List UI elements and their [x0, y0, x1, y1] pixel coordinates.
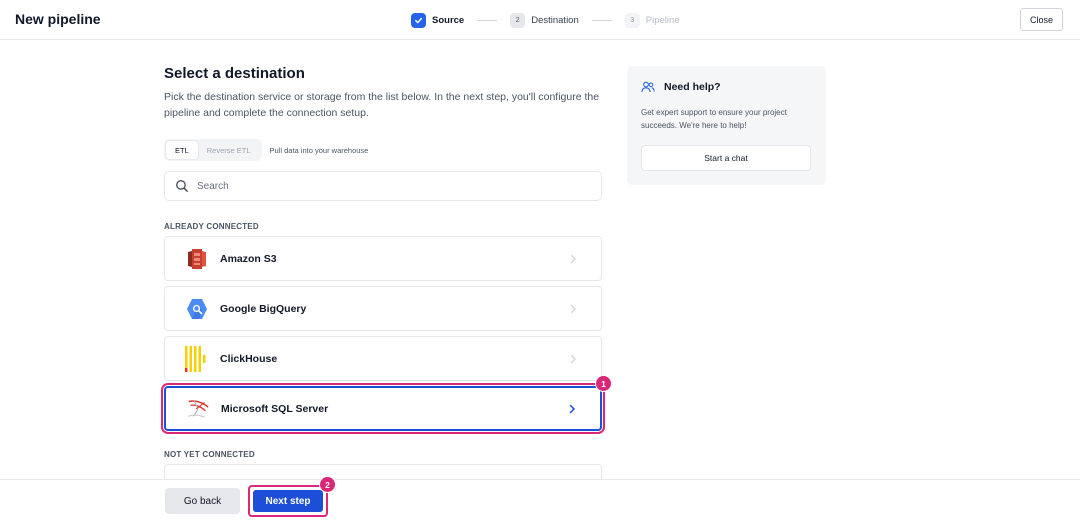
chevron-right-icon — [570, 254, 576, 263]
step-label: Destination — [531, 14, 579, 26]
destination-name: Google BigQuery — [220, 302, 307, 315]
chevron-right-icon — [570, 354, 576, 363]
destination-name: Amazon S3 — [220, 252, 277, 265]
start-chat-button[interactable]: Start a chat — [641, 145, 811, 171]
next-step-button[interactable]: Next step — [253, 490, 323, 512]
main-content: Select a destination Pick the destinatio… — [164, 64, 602, 121]
amazon-s3-icon — [185, 247, 209, 271]
search-box[interactable] — [164, 171, 602, 201]
toggle-etl[interactable]: ETL — [166, 141, 198, 159]
step-number: 2 — [510, 12, 526, 28]
destination-clickhouse[interactable]: ClickHouse — [164, 336, 602, 381]
mode-toggle-row: ETL Reverse ETL Pull data into your ware… — [164, 139, 368, 161]
step-divider — [477, 19, 498, 21]
destination-name: Microsoft SQL Server — [221, 402, 329, 415]
go-back-button[interactable]: Go back — [165, 488, 240, 514]
step-label: Pipeline — [645, 14, 680, 26]
search-input[interactable] — [197, 180, 577, 192]
toggle-hint: Pull data into your warehouse — [269, 145, 369, 155]
step-divider — [591, 19, 612, 21]
chevron-right-icon — [570, 304, 576, 313]
search-icon — [176, 180, 188, 192]
users-icon — [641, 81, 655, 93]
stepper: Source 2 Destination 3 Pipeline — [411, 11, 680, 29]
section-description: Pick the destination service or storage … — [164, 91, 600, 119]
close-button[interactable]: Close — [1020, 8, 1063, 31]
clickhouse-icon — [185, 345, 209, 372]
check-icon — [411, 12, 426, 28]
not-yet-connected-label: NOT YET CONNECTED — [164, 450, 255, 459]
google-bigquery-icon — [185, 297, 209, 321]
help-header: Need help? — [641, 81, 721, 93]
next-step-highlight: Next step — [248, 485, 328, 517]
destination-google-bigquery[interactable]: Google BigQuery — [164, 286, 602, 331]
section-title: Select a destination — [164, 65, 305, 82]
step-destination[interactable]: 2 Destination — [510, 12, 579, 28]
step-number: 3 — [624, 12, 640, 28]
page: New pipeline Source 2 Destination 3 Pipe… — [0, 0, 1080, 520]
toggle-reverse-etl[interactable]: Reverse ETL — [198, 141, 260, 159]
annotation-badge-2: 2 — [319, 476, 336, 493]
step-pipeline: 3 Pipeline — [624, 12, 680, 28]
destination-amazon-s3[interactable]: Amazon S3 — [164, 236, 602, 281]
help-card: Need help? Get expert support to ensure … — [627, 66, 826, 185]
annotation-badge-1: 1 — [595, 375, 612, 392]
page-title: New pipeline — [15, 11, 101, 27]
mode-toggle: ETL Reverse ETL — [164, 139, 262, 161]
help-title: Need help? — [664, 81, 721, 93]
microsoft-sql-server-icon — [186, 397, 210, 421]
already-connected-label: ALREADY CONNECTED — [164, 222, 259, 231]
step-label: Source — [432, 14, 465, 26]
chevron-right-icon — [569, 404, 576, 413]
destination-name: ClickHouse — [220, 352, 278, 365]
top-bar: New pipeline Source 2 Destination 3 Pipe… — [0, 0, 1080, 40]
destination-microsoft-sql-server[interactable]: Microsoft SQL Server — [161, 383, 605, 434]
step-source[interactable]: Source — [411, 12, 465, 28]
help-text: Get expert support to ensure your projec… — [641, 108, 787, 130]
footer-bar: Go back Next step — [0, 479, 1080, 520]
